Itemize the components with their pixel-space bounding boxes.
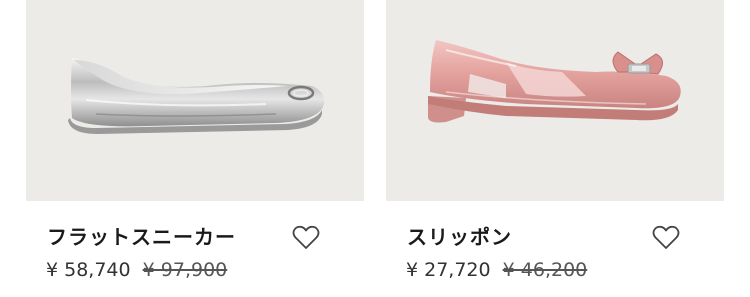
original-price: ¥ 97,900	[142, 259, 228, 281]
original-price: ¥ 46,200	[502, 259, 588, 281]
sale-price: ¥ 27,720	[406, 259, 491, 281]
heart-outline-icon[interactable]	[292, 225, 320, 250]
silver-flat-illustration	[68, 58, 325, 134]
heart-outline-icon[interactable]	[652, 225, 680, 250]
product-name[interactable]: フラットスニーカー	[47, 221, 236, 250]
sale-price: ¥ 58,740	[46, 259, 131, 281]
product-price: ¥ 27,720 ¥ 46,200	[406, 259, 587, 281]
product-image-silver-flat[interactable]	[26, 0, 364, 201]
product-image-pink-flat[interactable]	[386, 0, 724, 201]
pink-flat-illustration	[428, 40, 681, 123]
product-card[interactable]: スリッポン ¥ 27,720 ¥ 46,200	[386, 0, 724, 281]
product-price: ¥ 58,740 ¥ 97,900	[46, 259, 227, 281]
product-name[interactable]: スリッポン	[407, 221, 512, 250]
product-card[interactable]: フラットスニーカー ¥ 58,740 ¥ 97,900	[26, 0, 364, 281]
